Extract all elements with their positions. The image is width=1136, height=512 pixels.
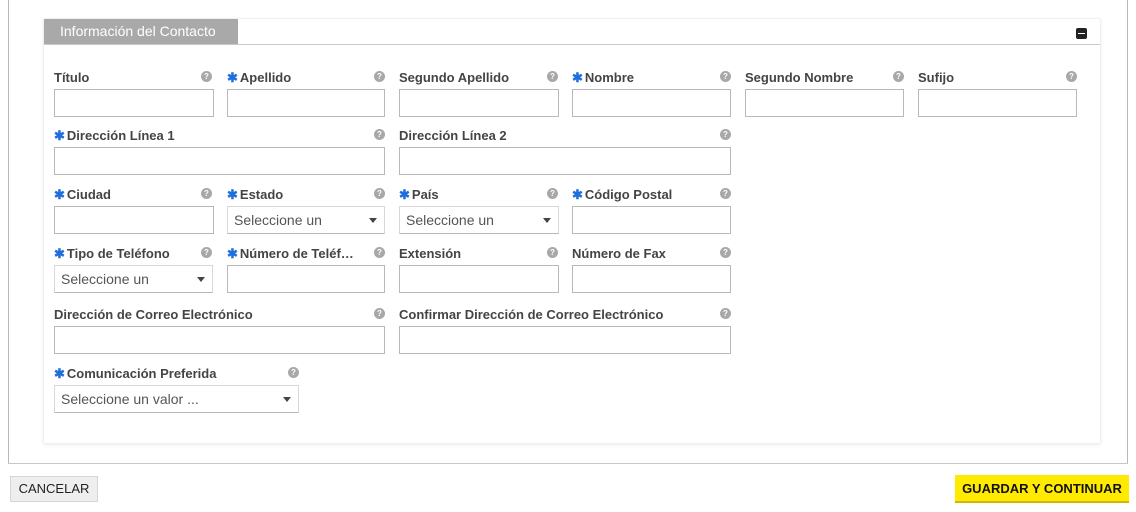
help-icon[interactable]: ? (893, 71, 904, 82)
numero-telefono-input[interactable] (227, 265, 385, 293)
label-direccion-1: Dirección Línea 1 (66, 128, 175, 143)
label-numero-telefono: Número de Teléf… (239, 246, 354, 261)
direccion-2-input[interactable] (399, 147, 731, 175)
save-and-continue-button[interactable]: GUARDAR Y CONTINUAR (955, 475, 1129, 503)
label-estado: Estado (239, 187, 284, 202)
help-icon[interactable]: ? (374, 308, 385, 319)
segundo-nombre-input[interactable] (745, 89, 904, 117)
direccion-1-input[interactable] (54, 147, 385, 175)
help-icon[interactable]: ? (547, 247, 558, 258)
help-icon[interactable]: ? (201, 247, 212, 258)
required-icon: ✱ (572, 70, 583, 85)
help-icon[interactable]: ? (374, 71, 385, 82)
help-icon[interactable]: ? (720, 308, 731, 319)
required-icon: ✱ (227, 70, 238, 85)
label-fax: Número de Fax (572, 246, 666, 261)
label-segundo-nombre: Segundo Nombre (745, 70, 854, 85)
cancel-button[interactable]: CANCELAR (10, 476, 98, 502)
help-icon[interactable]: ? (374, 188, 385, 199)
tipo-telefono-select[interactable]: Seleccione un (54, 265, 213, 293)
required-icon: ✱ (399, 187, 410, 202)
panel-title: Información del Contacto (44, 19, 238, 44)
label-ciudad: Ciudad (66, 187, 111, 202)
required-icon: ✱ (54, 128, 65, 143)
confirmar-correo-input[interactable] (399, 326, 731, 354)
label-titulo: Título (54, 70, 90, 85)
extension-input[interactable] (399, 265, 559, 293)
estado-selected-value: Seleccione un (234, 212, 322, 228)
segundo-apellido-input[interactable] (399, 89, 559, 117)
titulo-input[interactable] (54, 89, 214, 117)
collapse-icon[interactable] (1076, 28, 1087, 39)
label-correo: Dirección de Correo Electrónico (54, 307, 253, 322)
required-icon: ✱ (227, 187, 238, 202)
required-icon: ✱ (54, 366, 65, 381)
help-icon[interactable]: ? (720, 247, 731, 258)
help-icon[interactable]: ? (720, 71, 731, 82)
required-icon: ✱ (572, 187, 583, 202)
tipo-telefono-selected-value: Seleccione un (61, 271, 149, 287)
ciudad-input[interactable] (54, 206, 214, 234)
pais-selected-value: Seleccione un (406, 212, 494, 228)
pais-select[interactable]: Seleccione un (399, 206, 559, 234)
label-extension: Extensión (399, 246, 462, 261)
help-icon[interactable]: ? (201, 188, 212, 199)
estado-select[interactable]: Seleccione un (227, 206, 385, 234)
help-icon[interactable]: ? (547, 188, 558, 199)
required-icon: ✱ (227, 246, 238, 261)
codigo-postal-input[interactable] (572, 206, 731, 234)
help-icon[interactable]: ? (1066, 71, 1077, 82)
label-nombre: Nombre (584, 70, 635, 85)
sufijo-input[interactable] (918, 89, 1077, 117)
help-icon[interactable]: ? (374, 247, 385, 258)
help-icon[interactable]: ? (288, 367, 299, 378)
label-codigo-postal: Código Postal (584, 187, 673, 202)
help-icon[interactable]: ? (720, 129, 731, 140)
label-segundo-apellido: Segundo Apellido (399, 70, 510, 85)
label-tipo-telefono: Tipo de Teléfono (66, 246, 170, 261)
comunicacion-selected-value: Seleccione un valor ... (61, 391, 199, 407)
fax-input[interactable] (572, 265, 731, 293)
comunicacion-select[interactable]: Seleccione un valor ... (54, 385, 299, 413)
help-icon[interactable]: ? (201, 71, 212, 82)
label-apellido: Apellido (239, 70, 292, 85)
label-pais: País (411, 187, 439, 202)
panel-header: Información del Contacto (44, 19, 1100, 45)
chevron-down-icon (283, 397, 291, 402)
correo-input[interactable] (54, 326, 385, 354)
help-icon[interactable]: ? (547, 71, 558, 82)
help-icon[interactable]: ? (374, 129, 385, 140)
chevron-down-icon (197, 277, 205, 282)
required-icon: ✱ (54, 187, 65, 202)
chevron-down-icon (369, 218, 377, 223)
help-icon[interactable]: ? (720, 188, 731, 199)
label-sufijo: Sufijo (918, 70, 955, 85)
chevron-down-icon (543, 218, 551, 223)
nombre-input[interactable] (572, 89, 731, 117)
label-direccion-2: Dirección Línea 2 (399, 128, 507, 143)
footer-divider (8, 463, 1128, 464)
label-confirmar-correo: Confirmar Dirección de Correo Electrónic… (399, 307, 664, 322)
label-comunicacion: Comunicación Preferida (66, 366, 217, 381)
apellido-input[interactable] (227, 89, 385, 117)
required-icon: ✱ (54, 246, 65, 261)
